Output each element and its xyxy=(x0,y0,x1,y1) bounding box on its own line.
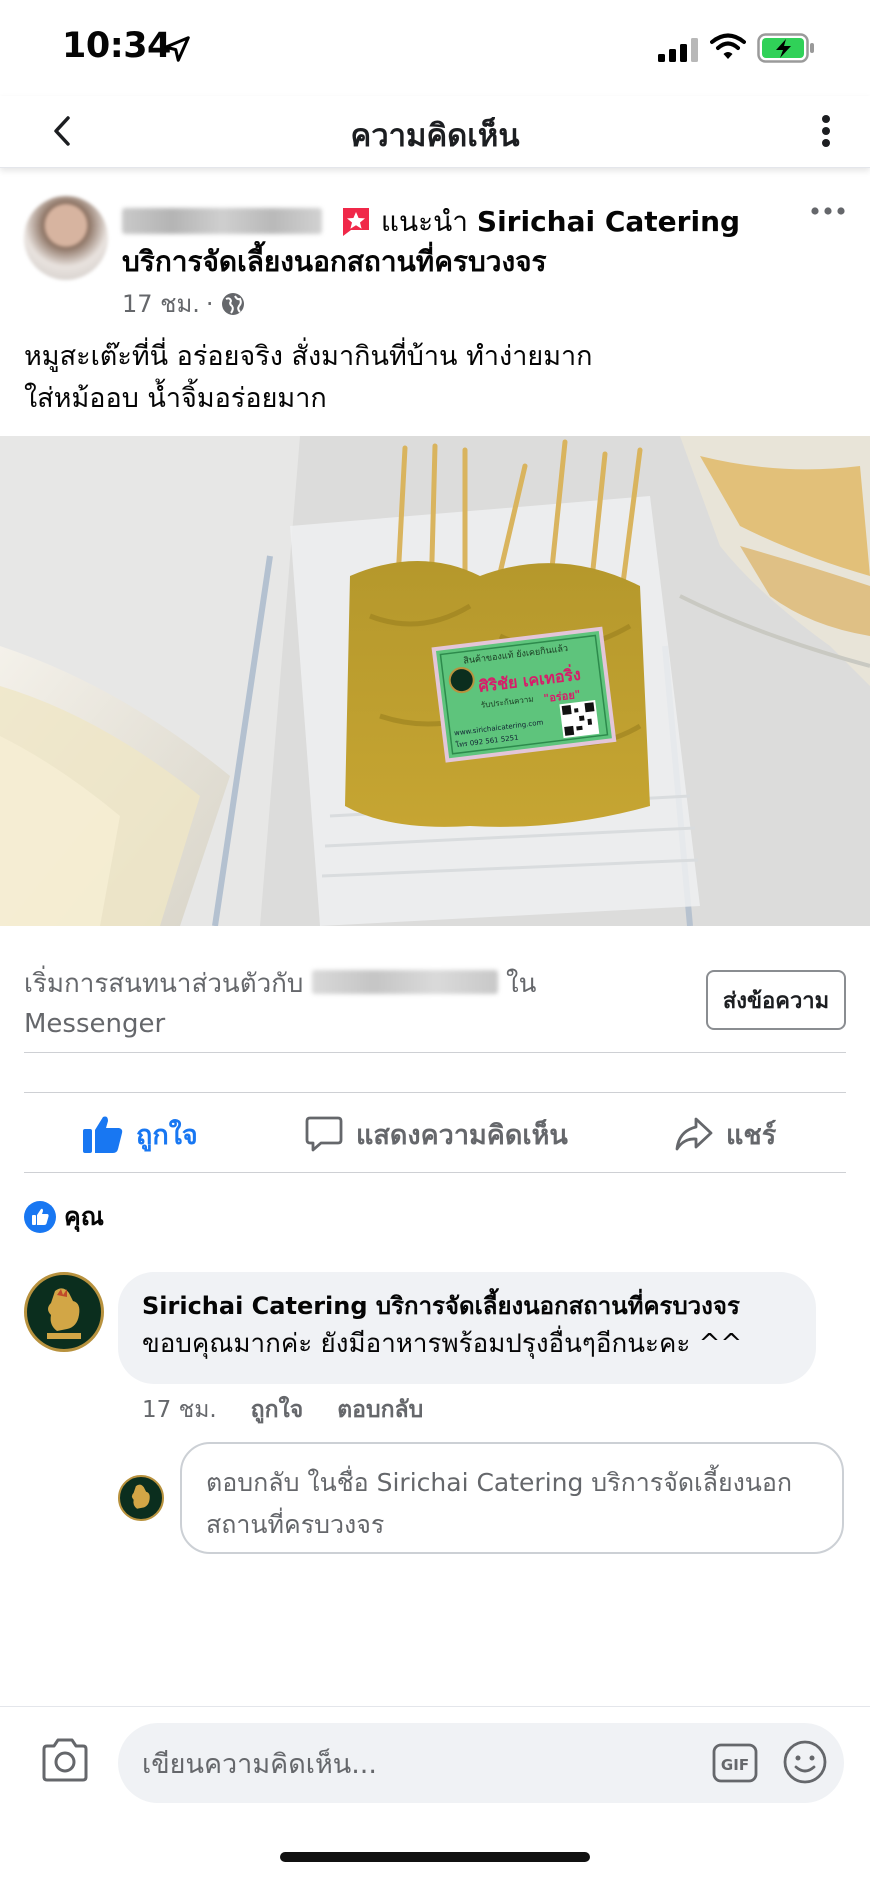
comment-bubble-icon xyxy=(305,1116,343,1152)
poster-avatar[interactable] xyxy=(24,196,108,280)
post-meta: 17 ชม. · xyxy=(122,284,246,323)
reaction-summary[interactable]: คุณ xyxy=(24,1197,104,1237)
nav-bar: ความคิดเห็น xyxy=(0,96,870,168)
rooster-logo-icon xyxy=(47,1288,81,1339)
rooster-logo-icon xyxy=(131,1484,150,1509)
more-options-icon[interactable] xyxy=(806,106,846,156)
comment-actions: 17 ชม. ถูกใจ ตอบกลับ xyxy=(142,1392,423,1428)
comment-time: 17 ชม. xyxy=(142,1397,217,1423)
send-message-button[interactable]: ส่งข้อความ xyxy=(706,970,846,1030)
divider xyxy=(24,1172,846,1173)
share-arrow-icon xyxy=(675,1117,713,1151)
gif-label: GIF xyxy=(721,1756,749,1774)
comment-like-link[interactable]: ถูกใจ xyxy=(251,1392,304,1428)
comment-author[interactable]: Sirichai Catering บริการจัดเลี้ยงนอกสถาน… xyxy=(142,1288,792,1324)
post-text-line: ใส่หม้ออบ น้ำจิ้มอร่อยมาก xyxy=(24,383,327,414)
commenter-avatar[interactable] xyxy=(24,1272,104,1352)
cellular-signal-icon xyxy=(658,38,698,62)
home-indicator[interactable] xyxy=(280,1852,590,1862)
comment-button[interactable]: แสดงความคิดเห็น xyxy=(304,1096,568,1172)
post-more-icon[interactable] xyxy=(808,198,848,224)
status-time: 10:34 xyxy=(62,26,171,66)
camera-icon[interactable] xyxy=(40,1737,90,1783)
messenger-suffix: ใน xyxy=(505,969,537,999)
reply-as-avatar xyxy=(118,1475,164,1521)
emoji-smiley-icon[interactable] xyxy=(782,1739,828,1785)
recommends-text: แนะนำ xyxy=(380,205,468,238)
post-text: หมูสะเต๊ะที่นี่ อร่อยจริง สั่งมากินที่บ้… xyxy=(24,336,844,420)
post-text-line: หมูสะเต๊ะที่นี่ อร่อยจริง สั่งมากินที่บ้… xyxy=(24,341,593,372)
page-name-link-line2[interactable]: บริการจัดเลี้ยงนอกสถานที่ครบวงจร xyxy=(122,245,547,278)
gif-icon[interactable]: GIF xyxy=(712,1743,758,1783)
comment-input-placeholder: เขียนความคิดเห็น... xyxy=(142,1748,377,1780)
page-title: ความคิดเห็น xyxy=(350,118,520,154)
poster-name-blurred-inline xyxy=(311,970,498,994)
comment-label: แสดงความคิดเห็น xyxy=(356,1119,568,1151)
messenger-line2: Messenger xyxy=(24,1009,166,1039)
comment-reply-link[interactable]: ตอบกลับ xyxy=(337,1392,423,1428)
recommend-star-icon xyxy=(342,208,369,236)
post-action-bar: ถูกใจ แสดงความคิดเห็น แชร์ xyxy=(24,1096,846,1172)
post-time[interactable]: 17 ชม. xyxy=(122,284,200,323)
poster-name-blurred[interactable] xyxy=(122,208,322,234)
messenger-prompt-text: เริ่มการสนทนาส่วนตัวกับ ใน Messenger xyxy=(24,964,584,1044)
like-button[interactable]: ถูกใจ xyxy=(82,1096,198,1172)
post-headline: แนะนำ Sirichai Catering บริการจัดเลี้ยงน… xyxy=(122,202,772,282)
like-label: ถูกใจ xyxy=(136,1119,198,1151)
comment-composer: เขียนความคิดเห็น... GIF xyxy=(0,1706,870,1816)
globe-public-icon xyxy=(221,292,244,315)
divider xyxy=(24,1092,846,1093)
meta-separator: · xyxy=(205,289,214,318)
thumbs-up-icon xyxy=(83,1116,123,1153)
post-photo[interactable]: สินค้าของแท้ ยังเคยกินแล้ว ศิริชัย เคเทอ… xyxy=(0,436,870,926)
like-reaction-icon xyxy=(24,1201,56,1233)
messenger-prefix: เริ่มการสนทนาส่วนตัวกับ xyxy=(24,969,304,999)
reply-input[interactable]: ตอบกลับ ในชื่อ Sirichai Catering บริการจ… xyxy=(180,1442,844,1554)
share-button[interactable]: แชร์ xyxy=(674,1096,776,1172)
share-label: แชร์ xyxy=(726,1119,777,1151)
comment-text: ขอบคุณมากค่ะ ยังมีอาหารพร้อมปรุงอื่นๆอีก… xyxy=(142,1329,743,1359)
wifi-icon xyxy=(710,33,746,59)
messenger-prompt: เริ่มการสนทนาส่วนตัวกับ ใน Messenger ส่ง… xyxy=(24,958,846,1054)
reaction-names: คุณ xyxy=(64,1202,104,1231)
location-arrow-icon xyxy=(164,36,190,62)
divider xyxy=(24,1052,846,1053)
page-name-link[interactable]: Sirichai Catering xyxy=(477,205,740,238)
comment-bubble: Sirichai Catering บริการจัดเลี้ยงนอกสถาน… xyxy=(118,1272,816,1384)
status-bar: 10:34 xyxy=(0,0,870,96)
satay-photo-illustration: สินค้าของแท้ ยังเคยกินแล้ว ศิริชัย เคเทอ… xyxy=(0,436,870,926)
battery-charging-icon xyxy=(757,33,814,63)
